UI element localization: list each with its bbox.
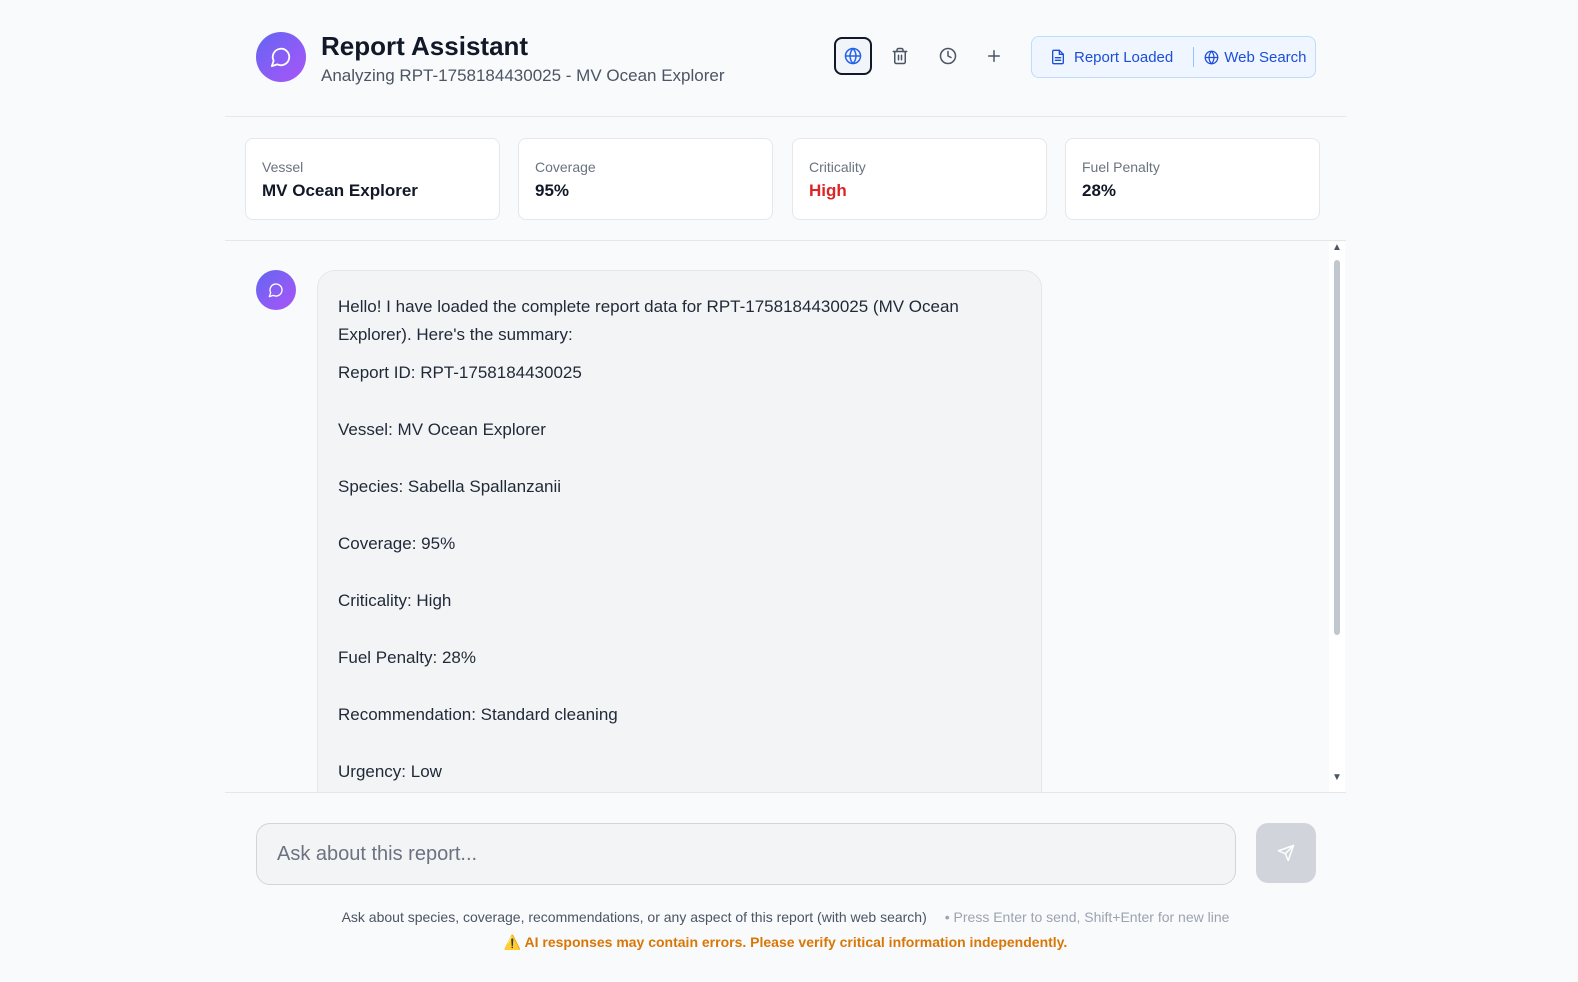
header: Report Assistant Analyzing RPT-175818443… xyxy=(225,0,1346,117)
card-value: High xyxy=(809,181,847,200)
page-subtitle: Analyzing RPT-1758184430025 - MV Ocean E… xyxy=(321,66,725,85)
report-assistant-page: Report Assistant Analyzing RPT-175818443… xyxy=(0,0,1578,982)
send-icon xyxy=(1277,844,1295,862)
report-summary-cards: Vessel MV Ocean Explorer Coverage 95% Cr… xyxy=(225,118,1346,241)
card-value: MV Ocean Explorer xyxy=(262,181,418,200)
warning-icon: ⚠️ xyxy=(503,934,522,950)
send-button[interactable] xyxy=(1256,823,1316,883)
new-chat-button[interactable] xyxy=(975,37,1013,75)
globe-icon xyxy=(1204,50,1219,64)
page-title: Report Assistant xyxy=(321,31,529,61)
coverage-card: Coverage 95% xyxy=(518,138,773,220)
report-loaded-label: Report Loaded xyxy=(1074,48,1174,66)
vessel-card: Vessel MV Ocean Explorer xyxy=(245,138,500,220)
clock-icon xyxy=(939,47,957,65)
help-text: Ask about species, coverage, recommendat… xyxy=(341,909,927,925)
criticality-card: Criticality High xyxy=(792,138,1047,220)
clear-chat-button[interactable] xyxy=(881,37,919,75)
message-line: Coverage: 95% xyxy=(338,534,456,553)
ai-disclaimer: ⚠️ AI responses may contain errors. Plea… xyxy=(225,934,1346,951)
message-input[interactable] xyxy=(256,823,1236,885)
message-line: Fuel Penalty: 28% xyxy=(338,648,476,667)
globe-icon xyxy=(844,47,862,65)
card-label: Coverage xyxy=(535,159,596,175)
scroll-up-icon[interactable]: ▲ xyxy=(1332,242,1342,253)
status-divider xyxy=(1193,47,1195,67)
message-intro: Hello! I have loaded the complete report… xyxy=(338,297,959,344)
composer-help-text: Ask about species, coverage, recommendat… xyxy=(225,909,1346,925)
document-icon xyxy=(1052,49,1064,65)
warning-text: AI responses may contain errors. Please … xyxy=(524,934,1068,950)
card-value: 28% xyxy=(1082,181,1117,200)
message-line: Urgency: Low xyxy=(338,762,442,781)
trash-icon xyxy=(892,47,908,65)
web-search-toggle-button[interactable] xyxy=(834,37,872,75)
card-label: Vessel xyxy=(262,159,304,175)
scrollbar-thumb[interactable] xyxy=(1334,260,1340,635)
keyboard-hint: • Press Enter to send, Shift+Enter for n… xyxy=(944,909,1230,925)
card-value: 95% xyxy=(535,181,570,200)
card-label: Fuel Penalty xyxy=(1082,159,1160,175)
message-line: Species: Sabella Spallanzanii xyxy=(338,477,562,496)
message-line: Criticality: High xyxy=(338,591,452,610)
chat-messages[interactable]: Hello! I have loaded the complete report… xyxy=(225,242,1346,792)
chat-scrollbar[interactable]: ▲ ▼ xyxy=(1329,242,1345,792)
status-badges: Report Loaded Web Search xyxy=(1031,36,1316,78)
message-line: Recommendation: Standard cleaning xyxy=(338,705,618,724)
message-line: Vessel: MV Ocean Explorer xyxy=(338,420,546,439)
chat-bubble-icon xyxy=(268,283,283,298)
message-line: Report ID: RPT-1758184430025 xyxy=(338,363,582,382)
web-search-label: Web Search xyxy=(1224,48,1307,66)
history-button[interactable] xyxy=(929,37,967,75)
assistant-avatar xyxy=(256,270,296,310)
scroll-down-icon[interactable]: ▼ xyxy=(1332,772,1342,783)
web-search-badge[interactable]: Web Search xyxy=(1204,48,1307,66)
chat-bubble-icon xyxy=(256,32,306,82)
card-label: Criticality xyxy=(809,159,866,175)
assistant-message: Hello! I have loaded the complete report… xyxy=(317,270,1042,792)
message-composer: Ask about species, coverage, recommendat… xyxy=(225,792,1346,982)
report-loaded-badge[interactable]: Report Loaded xyxy=(1050,49,1173,66)
plus-icon xyxy=(988,50,1000,62)
fuel-penalty-card: Fuel Penalty 28% xyxy=(1065,138,1320,220)
